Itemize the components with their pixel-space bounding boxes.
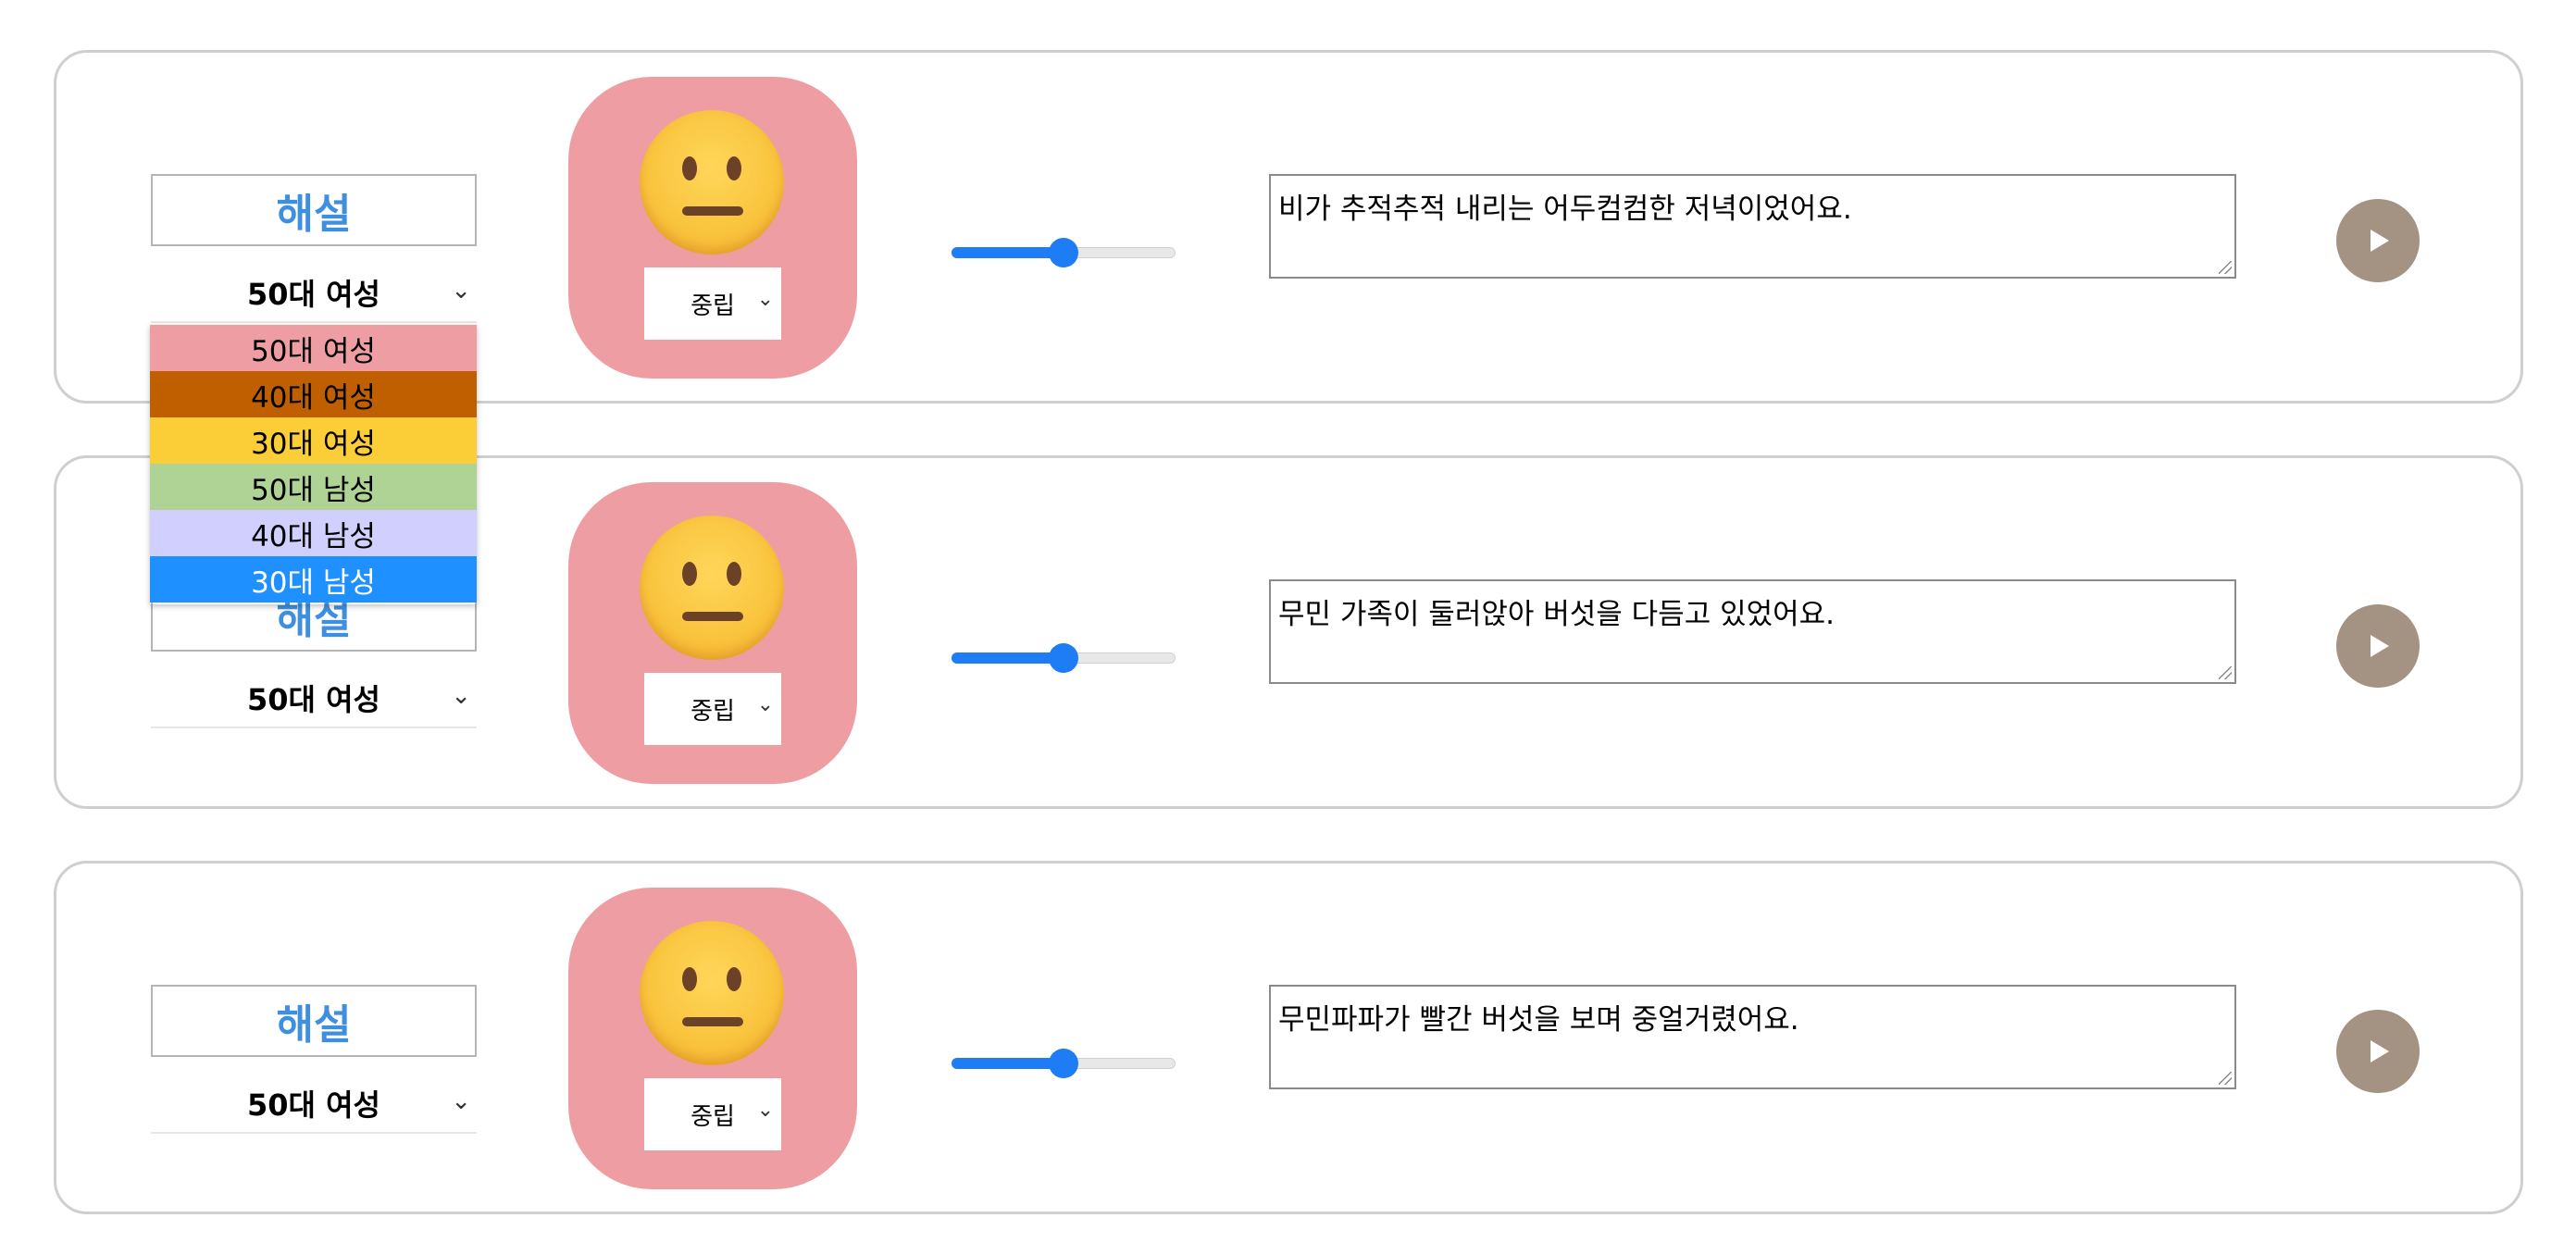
voice-select-value: 50대 여성 [247,682,380,717]
mood-select-value: 중립 [691,292,735,320]
emotion-card: 중립 ⌄ [568,888,857,1189]
line-text-input[interactable]: 비가 추적추적 내리는 어두컴컴한 저녁이었어요. [1269,174,2236,279]
mood-select-value: 중립 [691,697,735,726]
voice-option[interactable]: 30대 여성 [150,417,477,464]
chevron-down-icon: ⌄ [756,288,774,311]
chevron-down-icon: ⌄ [756,693,774,716]
voice-select[interactable]: 50대 여성 ⌄ [151,669,477,728]
voice-select[interactable]: 50대 여성 ⌄ [151,264,477,323]
voice-select[interactable]: 50대 여성 ⌄ [151,1075,477,1134]
chevron-down-icon: ⌄ [451,277,471,304]
neutral-face-icon [640,921,784,1065]
resize-grip-icon[interactable] [2219,1072,2232,1085]
speed-slider[interactable] [952,1049,1176,1078]
slider-thumb[interactable] [1049,238,1078,267]
play-icon [2371,635,2389,657]
line-text-input[interactable]: 무민 가족이 둘러앉아 버섯을 다듬고 있었어요. [1269,579,2236,684]
voice-select-value: 50대 여성 [247,277,380,312]
speed-slider[interactable] [952,643,1176,673]
chevron-down-icon: ⌄ [756,1099,774,1122]
play-button[interactable] [2336,1010,2420,1093]
role-label[interactable]: 해설 [151,174,477,246]
voice-dropdown-list: 50대 여성 40대 여성 30대 여성 50대 남성 40대 남성 30대 남… [150,325,477,604]
voice-option[interactable]: 40대 여성 [150,371,477,417]
neutral-face-icon [640,110,784,255]
resize-grip-icon[interactable] [2219,666,2232,679]
line-text: 비가 추적추적 내리는 어두컴컴한 저녁이었어요. [1278,193,1852,226]
voice-option[interactable]: 40대 남성 [150,510,477,556]
line-text: 무민 가족이 둘러앉아 버섯을 다듬고 있었어요. [1278,598,1836,631]
mood-select[interactable]: 중립 ⌄ [644,673,781,745]
mood-select[interactable]: 중립 ⌄ [644,1078,781,1150]
line-row: 해설 50대 여성 ⌄ 중립 ⌄ 무민파파가 빨간 버섯을 보며 중얼거렸어요. [54,861,2523,1214]
mood-select[interactable]: 중립 ⌄ [644,267,781,340]
voice-option[interactable]: 50대 여성 [150,325,477,371]
line-text: 무민파파가 빨간 버섯을 보며 중얼거렸어요. [1278,1003,1799,1037]
slider-thumb[interactable] [1049,1049,1078,1078]
chevron-down-icon: ⌄ [451,682,471,710]
voice-option[interactable]: 30대 남성 [150,556,477,603]
emotion-card: 중립 ⌄ [568,77,857,379]
play-icon [2371,230,2389,252]
voice-select-value: 50대 여성 [247,1087,380,1123]
emotion-card: 중립 ⌄ [568,482,857,784]
mood-select-value: 중립 [691,1102,735,1131]
play-button[interactable] [2336,604,2420,688]
resize-grip-icon[interactable] [2219,261,2232,274]
role-label[interactable]: 해설 [151,985,477,1057]
play-button[interactable] [2336,199,2420,282]
neutral-face-icon [640,516,784,660]
speed-slider[interactable] [952,238,1176,267]
slider-thumb[interactable] [1049,643,1078,673]
voice-option[interactable]: 50대 남성 [150,464,477,510]
line-text-input[interactable]: 무민파파가 빨간 버섯을 보며 중얼거렸어요. [1269,985,2236,1089]
chevron-down-icon: ⌄ [451,1087,471,1115]
play-icon [2371,1040,2389,1062]
